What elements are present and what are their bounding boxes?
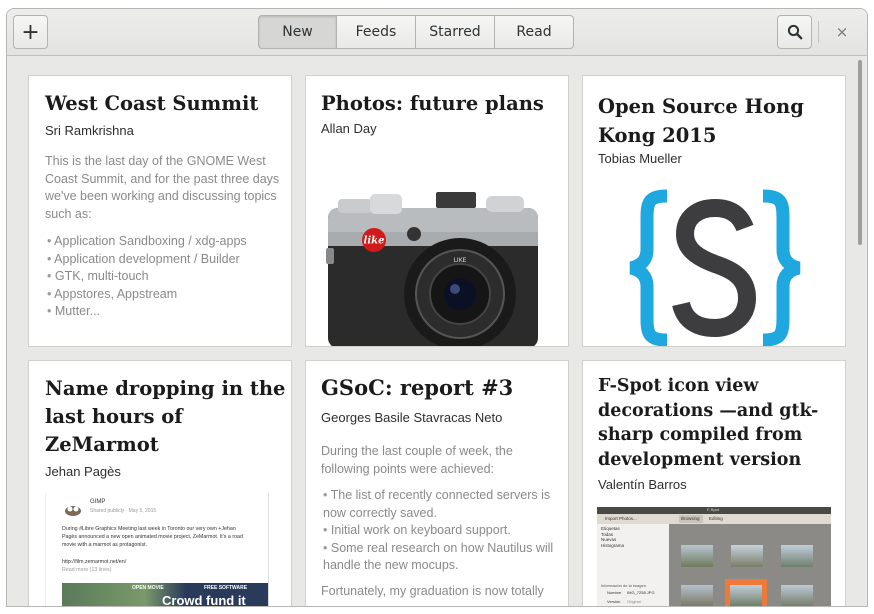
article-author: Georges Basile Stavracas Neto	[321, 410, 503, 425]
article-bullet-list: The list of recently connected servers i…	[323, 487, 561, 575]
article-title: F-Spot icon view decorations —and gtk- s…	[598, 376, 819, 470]
tab-new[interactable]: New	[258, 15, 337, 49]
article-grid[interactable]: West Coast Summit Sri Ramkrishna This is…	[7, 56, 867, 606]
article-title: GSoC: report #3	[321, 375, 514, 400]
camera-image: LIKE like	[326, 192, 538, 346]
post-meta: Shared publicly · May 5, 2015	[90, 508, 157, 514]
add-feed-button[interactable]: +	[13, 15, 48, 49]
gimp-logo-icon	[65, 506, 81, 516]
list-item: Initial work on keyboard support.	[323, 522, 561, 540]
lens-label: LIKE	[454, 257, 467, 264]
article-excerpt: This is the last day of the GNOME West C…	[45, 154, 280, 221]
vertical-scrollbar[interactable]	[858, 60, 862, 245]
list-item: Some real research on how Nautilus will …	[323, 540, 561, 575]
post-screenshot-image: GIMP Shared publicly · May 5, 2015 Durin…	[45, 493, 269, 606]
post-read-more: Read more (13 lines)	[62, 567, 112, 573]
article-author: Sri Ramkrishna	[45, 123, 134, 138]
list-item: Mutter...	[47, 303, 287, 321]
post-link: http://film.zemarmot.net/en/	[62, 559, 127, 565]
article-author: Allan Day	[321, 121, 377, 136]
article-card[interactable]: Open Source Hong Kong 2015 Tobias Muelle…	[582, 75, 846, 347]
article-title: Open Source Hong Kong 2015	[598, 95, 804, 147]
article-title: Name dropping in the last hours of ZeMar…	[45, 377, 286, 456]
post-banner-image: OPEN MOVIE FREE SOFTWARE Crowd fund it	[62, 583, 268, 606]
close-icon: ×	[835, 23, 849, 41]
article-title: West Coast Summit	[45, 92, 259, 115]
camera-badge: like	[364, 236, 385, 247]
tab-starred[interactable]: Starred	[416, 15, 495, 49]
article-bullet-list: Application Sandboxing / xdg-apps Applic…	[47, 233, 287, 321]
post-author-name: GIMP	[90, 499, 106, 505]
oshk-logo-image	[629, 189, 801, 346]
list-item: Application Sandboxing / xdg-apps	[47, 233, 287, 251]
list-item: GTK, multi-touch	[47, 268, 287, 286]
article-card[interactable]: Photos: future plans Allan Day LIKE like	[305, 75, 569, 347]
article-excerpt: Fortunately, my graduation is now totall…	[321, 584, 544, 598]
article-author: Jehan Pagès	[45, 464, 121, 479]
article-author: Valentín Barros	[598, 477, 687, 492]
view-switcher: New Feeds Starred Read	[258, 15, 574, 49]
article-author: Tobias Mueller	[598, 151, 682, 166]
list-item: The list of recently connected servers i…	[323, 487, 561, 522]
article-excerpt: During the last couple of week, the foll…	[321, 444, 513, 476]
search-button[interactable]	[777, 15, 812, 49]
post-text: During #Libre Graphics Meeting last week…	[62, 526, 243, 548]
tab-read[interactable]: Read	[495, 15, 574, 49]
article-card[interactable]: West Coast Summit Sri Ramkrishna This is…	[28, 75, 292, 347]
header-bar: + New Feeds Starred Read ×	[7, 9, 867, 56]
list-item: Application development / Builder	[47, 251, 287, 269]
tab-feeds[interactable]: Feeds	[337, 15, 416, 49]
app-window: + New Feeds Starred Read × West Coast Su…	[6, 8, 868, 607]
article-card[interactable]: Name dropping in the last hours of ZeMar…	[28, 360, 292, 606]
list-item: Appstores, Appstream	[47, 286, 287, 304]
article-card[interactable]: F-Spot icon view decorations —and gtk- s…	[582, 360, 846, 606]
header-separator	[818, 21, 819, 43]
article-card[interactable]: GSoC: report #3 Georges Basile Stavracas…	[305, 360, 569, 606]
search-icon	[787, 24, 802, 40]
article-title: Photos: future plans	[321, 92, 544, 115]
fspot-screenshot-image: F-Spot Import Photos... Browsing Editing…	[597, 507, 831, 606]
close-button[interactable]: ×	[832, 21, 852, 43]
